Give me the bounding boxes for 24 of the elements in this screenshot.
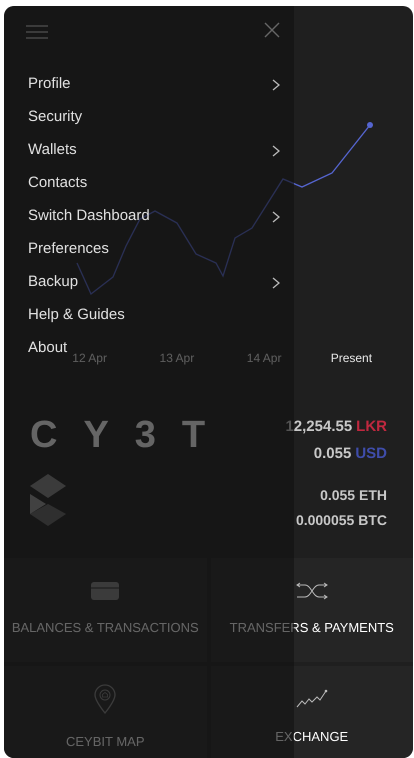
shuffle-icon xyxy=(294,582,329,600)
menu-item[interactable]: Backup xyxy=(4,272,294,293)
menu-item[interactable]: Preferences xyxy=(4,239,123,260)
date-label: Present xyxy=(330,350,374,367)
line-chart-icon xyxy=(296,689,328,710)
logo: CY3T xyxy=(30,416,232,454)
date-label: 13 Apr xyxy=(158,350,196,367)
menu-item[interactable]: Contacts xyxy=(4,173,102,194)
menu-item[interactable]: Profile xyxy=(4,74,294,95)
currency-code: USD xyxy=(355,444,387,464)
crypto-balance: 0.055 ETH xyxy=(320,486,387,505)
menu-item[interactable]: Help & Guides xyxy=(4,305,139,326)
menu-item[interactable]: Switch Dashboard xyxy=(4,206,294,227)
menu-item[interactable]: Wallets xyxy=(4,140,294,161)
logo-mark-icon xyxy=(30,474,66,526)
balance-amount: 12,254.55 xyxy=(285,417,352,437)
menu-item[interactable]: Security xyxy=(4,107,96,128)
map-pin-icon xyxy=(93,684,118,714)
card-icon xyxy=(91,582,120,600)
date-label: 14 Apr xyxy=(246,350,282,367)
crypto-balance: 0.000055 BTC xyxy=(296,511,387,530)
date-label: 12 Apr xyxy=(71,350,108,367)
balance-amount: 0.055 xyxy=(314,444,352,464)
currency-code: LKR xyxy=(356,417,387,437)
